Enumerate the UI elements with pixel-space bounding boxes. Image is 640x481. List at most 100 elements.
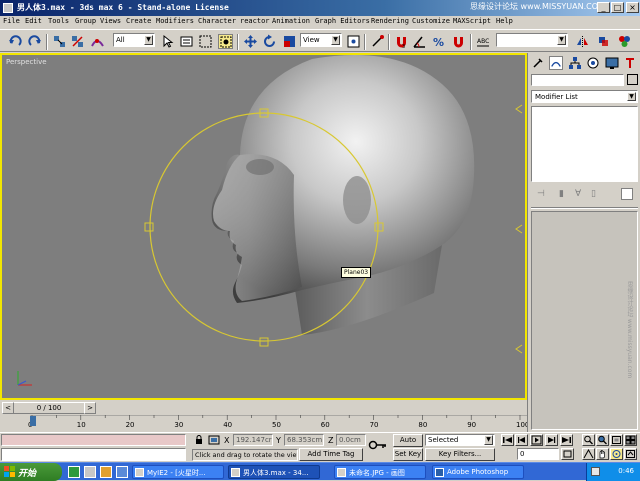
quicklaunch-icon[interactable] xyxy=(116,466,128,478)
menu-reactor[interactable]: reactor xyxy=(240,17,270,25)
close-button[interactable]: × xyxy=(626,2,639,13)
arc-rotate-icon[interactable] xyxy=(610,448,623,460)
absolute-mode-icon[interactable] xyxy=(208,435,220,445)
create-tab-icon[interactable] xyxy=(531,56,545,70)
select-object-icon[interactable] xyxy=(160,34,175,49)
menu-graph-editors[interactable]: Graph Editors xyxy=(315,17,370,25)
x-coord-field[interactable]: 192.147cr xyxy=(233,434,273,446)
spinner-snap-icon[interactable] xyxy=(451,34,466,49)
redo-icon[interactable] xyxy=(27,34,42,49)
key-mode-toggle-icon[interactable] xyxy=(561,448,574,460)
start-button[interactable]: 开始 xyxy=(0,463,62,481)
set-key-button[interactable]: Set Key xyxy=(393,448,423,461)
rollout-area[interactable] xyxy=(531,211,638,430)
menu-views[interactable]: Views xyxy=(100,17,121,25)
maxscript-listener-white[interactable] xyxy=(1,448,186,461)
menu-tools[interactable]: Tools xyxy=(48,17,69,25)
select-and-manipulate-icon[interactable] xyxy=(370,34,385,49)
menu-group[interactable]: Group xyxy=(75,17,96,25)
menu-file[interactable]: File xyxy=(3,17,20,25)
taskbar-item-3dsmax[interactable]: 男人体3.max - 34... xyxy=(228,465,320,479)
make-unique-icon[interactable]: ∀ xyxy=(575,189,581,199)
modify-tab-icon[interactable] xyxy=(549,56,563,70)
align-icon[interactable] xyxy=(596,34,611,49)
display-tab-icon[interactable] xyxy=(605,56,619,70)
bind-to-space-warp-icon[interactable] xyxy=(90,34,105,49)
show-end-result-icon[interactable]: ▮ xyxy=(559,189,564,199)
set-key-icon[interactable] xyxy=(368,439,388,451)
menu-animation[interactable]: Animation xyxy=(272,17,310,25)
mirror-icon[interactable] xyxy=(575,34,590,49)
taskbar-item-paint[interactable]: 未命名.JPG - 画图 xyxy=(334,465,426,479)
slider-right-arrow[interactable]: > xyxy=(84,402,96,414)
zoom-icon[interactable] xyxy=(582,434,595,446)
window-crossing-icon[interactable] xyxy=(218,34,233,49)
material-editor-icon[interactable] xyxy=(617,34,632,49)
zoom-all-icon[interactable] xyxy=(596,434,609,446)
maximize-viewport-icon[interactable] xyxy=(624,448,637,460)
quicklaunch-icon[interactable] xyxy=(100,466,112,478)
go-to-end-icon[interactable] xyxy=(560,434,573,446)
menu-character[interactable]: Character xyxy=(198,17,236,25)
remove-modifier-icon[interactable]: ▯ xyxy=(591,189,596,199)
field-of-view-icon[interactable] xyxy=(582,448,595,460)
zoom-extents-icon[interactable] xyxy=(610,434,623,446)
lock-selection-icon[interactable] xyxy=(194,435,204,445)
previous-frame-icon[interactable] xyxy=(515,434,528,446)
configure-modifier-sets-icon[interactable] xyxy=(621,188,633,200)
tray-icon[interactable] xyxy=(591,467,600,476)
rectangular-selection-icon[interactable] xyxy=(198,34,213,49)
taskbar-item-myie2[interactable]: MyIE2 - [火星时... xyxy=(132,465,224,479)
menu-customize[interactable]: Customize xyxy=(412,17,450,25)
named-selection-sets-icon[interactable]: ABC xyxy=(476,34,491,49)
go-to-start-icon[interactable] xyxy=(501,434,514,446)
named-selection-dropdown[interactable]: ▼ xyxy=(496,33,568,47)
z-coord-field[interactable]: 0.0cm xyxy=(336,434,366,446)
selection-filter-dropdown[interactable]: All ▼ xyxy=(113,33,155,47)
time-slider[interactable]: 0 / 100 xyxy=(2,402,96,414)
zoom-extents-all-icon[interactable] xyxy=(624,434,637,446)
select-and-link-icon[interactable] xyxy=(52,34,67,49)
taskbar-item-photoshop[interactable]: Adobe Photoshop xyxy=(432,465,524,479)
quicklaunch-icon[interactable] xyxy=(68,466,80,478)
undo-icon[interactable] xyxy=(8,34,23,49)
select-and-rotate-icon[interactable] xyxy=(262,34,277,49)
y-coord-field[interactable]: 68.353cm xyxy=(284,434,324,446)
perspective-viewport[interactable]: Perspective Plane03 xyxy=(0,53,527,400)
object-color-swatch[interactable] xyxy=(627,74,638,85)
snaps-toggle-icon[interactable]: 3 xyxy=(394,34,409,49)
auto-key-button[interactable]: Auto Key xyxy=(393,434,423,455)
reference-coordinate-dropdown[interactable]: View ▼ xyxy=(300,33,342,47)
menu-maxscript[interactable]: MAXScript xyxy=(453,17,491,25)
play-icon[interactable] xyxy=(530,434,543,446)
object-name-field[interactable] xyxy=(531,74,624,86)
menu-modifiers[interactable]: Modifiers xyxy=(156,17,194,25)
viewport-label[interactable]: Perspective xyxy=(6,58,47,66)
pin-stack-icon[interactable]: ⊣ xyxy=(537,189,545,199)
select-and-scale-icon[interactable] xyxy=(282,34,297,49)
key-mode-dropdown[interactable]: Selected ▼ xyxy=(425,434,495,446)
hierarchy-tab-icon[interactable] xyxy=(568,56,582,70)
quicklaunch-icon[interactable] xyxy=(84,466,96,478)
motion-tab-icon[interactable] xyxy=(586,56,600,70)
timeline-marker[interactable] xyxy=(30,416,36,426)
modifier-stack[interactable] xyxy=(531,106,638,182)
slider-left-arrow[interactable]: < xyxy=(2,402,14,414)
select-and-move-icon[interactable] xyxy=(243,34,258,49)
key-filters-button[interactable]: Key Filters... xyxy=(425,448,495,461)
menu-create[interactable]: Create xyxy=(126,17,151,25)
pivot-center-icon[interactable] xyxy=(346,34,361,49)
menu-rendering[interactable]: Rendering xyxy=(371,17,409,25)
percent-snap-icon[interactable]: % xyxy=(432,34,447,49)
menu-edit[interactable]: Edit xyxy=(25,17,42,25)
modifier-list-dropdown[interactable]: Modifier List ▼ xyxy=(531,90,638,103)
unlink-selection-icon[interactable] xyxy=(70,34,85,49)
minimize-button[interactable]: _ xyxy=(597,2,610,13)
select-by-name-icon[interactable] xyxy=(179,34,194,49)
current-frame-field[interactable]: 0 xyxy=(517,448,559,460)
next-frame-icon[interactable] xyxy=(545,434,558,446)
menu-help[interactable]: Help xyxy=(496,17,513,25)
maximize-button[interactable]: □ xyxy=(611,2,624,13)
utilities-tab-icon[interactable] xyxy=(623,56,637,70)
add-time-tag-button[interactable]: Add Time Tag xyxy=(299,448,363,461)
